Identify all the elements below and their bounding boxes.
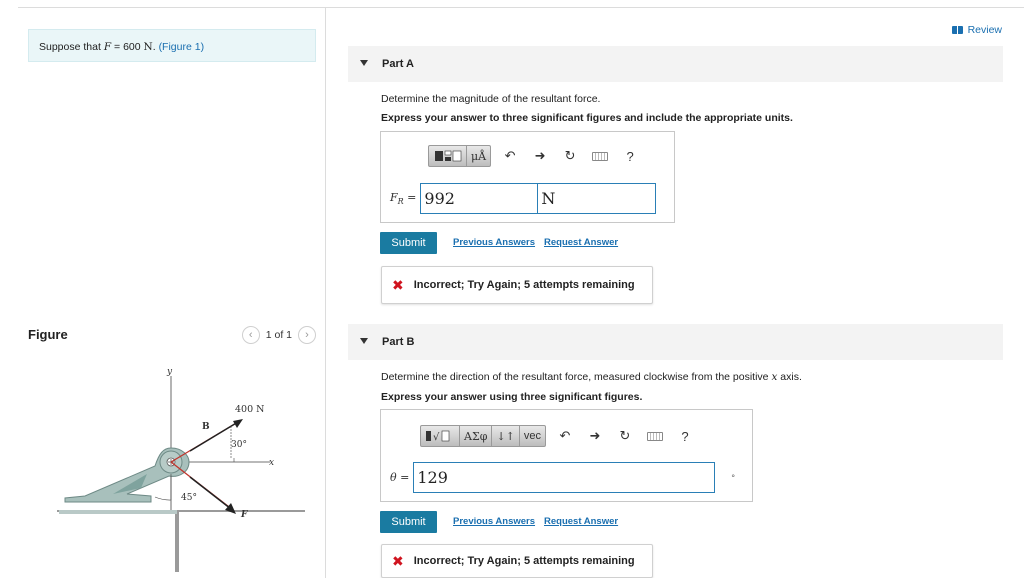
part-a-header[interactable]: Part A [348,46,1003,82]
part-b-input-row: θ = 129 ° [390,462,735,493]
review-link[interactable]: Review [951,24,1002,36]
redo-icon[interactable]: ➜ [529,145,551,167]
part-b-header[interactable]: Part B [348,324,1003,360]
var-f: F [103,41,112,53]
vec-button[interactable]: vec [520,426,545,446]
input-label: θ = [390,471,410,484]
undo-icon[interactable]: ↶ [499,145,521,167]
part-a-submit-button[interactable]: Submit [380,232,437,254]
reset-icon[interactable]: ↻ [559,145,581,167]
greek-button[interactable]: ΑΣφ [460,426,493,446]
part-a-input-row: FR = 992 N [390,183,657,214]
arrows-button[interactable]: ↓↑ [492,426,520,446]
redo-icon[interactable]: ➜ [584,425,606,447]
unit-input[interactable]: N [538,183,657,214]
f-label: F [240,510,248,520]
unit-n: N [143,41,153,53]
template-group: √ ΑΣφ ↓↑ vec [420,425,546,447]
chevron-left-icon[interactable]: ‹ [241,326,260,344]
triangle-down-icon [360,338,368,344]
reset-icon[interactable]: ↻ [614,425,636,447]
help-button[interactable]: ? [619,145,641,167]
angle-45-label: 45° [181,493,197,503]
help-button[interactable]: ? [674,425,696,447]
part-b-question: Determine the direction of the resultant… [381,371,802,383]
part-b-request-answer-link[interactable]: Request Answer [544,516,618,527]
part-a-request-answer-link[interactable]: Request Answer [544,237,618,248]
part-b-submit-button[interactable]: Submit [380,511,437,533]
y-label: y [166,367,173,377]
problem-statement: Suppose that F = 600 N. (Figure 1) [28,29,316,62]
part-a-instruction: Express your answer to three significant… [381,112,793,124]
column-divider [325,8,326,578]
x-icon: ✖ [392,276,404,293]
triangle-down-icon [360,60,368,66]
undo-icon[interactable]: ↶ [554,425,576,447]
part-b-feedback: ✖ Incorrect; Try Again; 5 attempts remai… [381,544,653,578]
chevron-right-icon[interactable]: › [298,326,316,344]
part-b-title: Part B [382,336,415,348]
figure-link[interactable]: (Figure 1) [159,41,205,53]
template-icon[interactable] [429,146,467,166]
part-b-previous-answers-link[interactable]: Previous Answers [453,516,535,527]
template-group: μÅ [428,145,492,167]
top-rule [18,7,1024,8]
keyboard-icon[interactable] [644,425,666,447]
part-b-answer-box: √ ΑΣφ ↓↑ vec ↶ ➜ ↻ ? θ = 129 ° [380,409,753,502]
pager-text: 1 of 1 [265,329,292,341]
part-a-previous-answers-link[interactable]: Previous Answers [453,237,535,248]
figure-title: Figure [28,327,68,342]
input-label: FR = [390,190,417,207]
part-a-question: Determine the magnitude of the resultant… [381,93,601,105]
svg-text:√: √ [433,432,440,443]
part-a-answer-box: μÅ ↶ ➜ ↻ ? FR = 992 N [380,131,675,223]
angle-30-label: 30° [231,440,247,450]
ground [57,510,305,572]
force-400-arrowhead [233,419,243,428]
part-a-feedback: ✖ Incorrect; Try Again; 5 attempts remai… [381,266,653,304]
magnitude-input[interactable]: 992 [420,183,539,214]
bracket-figure: y x B 400 N 30° 45° F [57,367,305,572]
x-label: x [269,458,274,468]
keyboard-icon[interactable] [589,145,611,167]
part-b-instruction: Express your answer using three signific… [381,391,643,403]
part-a-toolbar: μÅ ↶ ➜ ↻ ? [428,145,641,167]
x-icon: ✖ [392,552,404,569]
book-icon [951,26,963,34]
degree-unit: ° [731,472,735,483]
figure-pager: ‹ 1 of 1 › [241,326,316,344]
direction-input[interactable]: 129 [413,462,716,493]
b-label: B [202,422,210,432]
sqrt-template-icon[interactable]: √ [421,426,460,446]
units-button[interactable]: μÅ [467,146,490,166]
force-400-label: 400 N [235,404,264,415]
figure-header: Figure ‹ 1 of 1 › [28,326,318,346]
part-a-title: Part A [382,58,414,70]
part-b-toolbar: √ ΑΣφ ↓↑ vec ↶ ➜ ↻ ? [420,425,696,447]
